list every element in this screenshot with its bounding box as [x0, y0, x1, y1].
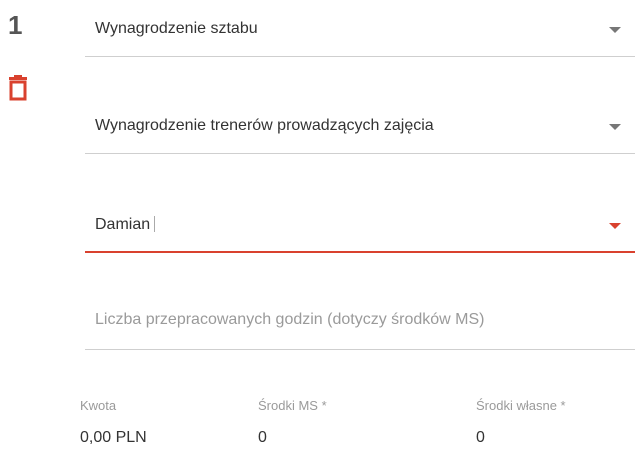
kwota-label: Kwota [80, 398, 117, 413]
hours-input-placeholder: Liczba przepracowanych godzin (dotyczy ś… [95, 311, 485, 328]
delete-row-button[interactable] [7, 75, 29, 101]
category-select[interactable]: Wynagrodzenie sztabu [85, 0, 635, 57]
row-index: 1 [8, 10, 23, 40]
person-select-value: Damian [95, 216, 156, 234]
person-select[interactable]: Damian [85, 190, 635, 253]
srodki-wlasne-value: 0 [476, 429, 485, 446]
text-caret [154, 216, 156, 232]
kwota-value: 0,00 PLN [80, 429, 147, 446]
chevron-down-icon [609, 27, 621, 33]
category-select-value: Wynagrodzenie sztabu [95, 20, 258, 37]
srodki-wlasne-label: Środki własne * [476, 398, 566, 413]
chevron-down-icon [609, 124, 621, 130]
chevron-down-icon [609, 223, 621, 229]
hours-input[interactable]: Liczba przepracowanych godzin (dotyczy ś… [85, 290, 635, 350]
srodki-ms-label: Środki MS * [258, 398, 327, 413]
person-select-text: Damian [95, 216, 151, 233]
subcategory-select-value: Wynagrodzenie trenerów prowadzących zaję… [95, 117, 434, 134]
subcategory-select[interactable]: Wynagrodzenie trenerów prowadzących zaję… [85, 95, 635, 154]
trash-icon [9, 75, 27, 101]
srodki-ms-value: 0 [258, 429, 267, 446]
